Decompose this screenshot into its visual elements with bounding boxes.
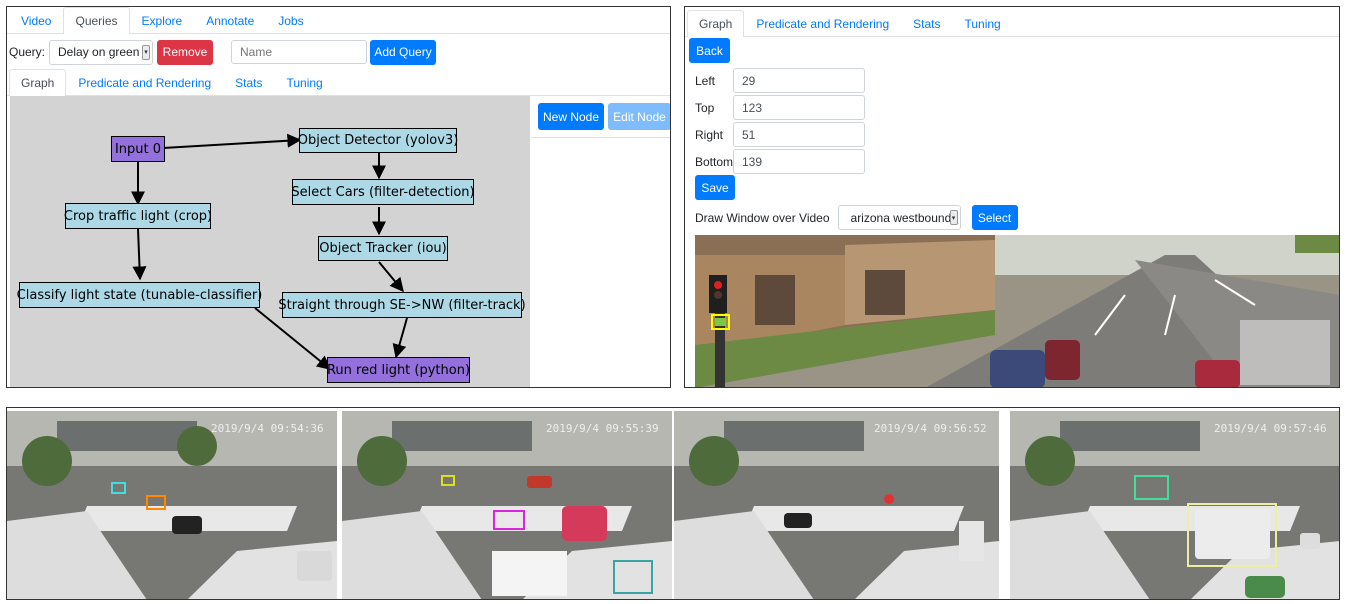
tab-stats[interactable]: Stats xyxy=(223,69,274,96)
chevron-down-icon: ▾ xyxy=(142,44,151,60)
select-button[interactable]: Select xyxy=(971,205,1018,230)
bottom-field-row: Bottom xyxy=(695,149,865,174)
node-editor-tabs: Graph Predicate and Rendering Stats Tuni… xyxy=(685,7,1339,37)
add-query-button[interactable]: Add Query xyxy=(370,39,437,65)
left-label: Left xyxy=(695,73,716,88)
node-editor-panel: Graph Predicate and Rendering Stats Tuni… xyxy=(684,6,1340,388)
top-label: Top xyxy=(695,100,715,115)
intersection-image xyxy=(342,411,672,599)
query-select[interactable]: Delay on green ▾ xyxy=(49,39,154,65)
top-field-row: Top xyxy=(695,95,865,120)
video-frame[interactable] xyxy=(695,235,1339,387)
tab-annotate[interactable]: Annotate xyxy=(194,7,266,34)
edge-input-to-detector xyxy=(162,133,302,149)
remove-button[interactable]: Remove xyxy=(157,39,214,65)
query-select-value: Delay on green xyxy=(58,45,140,59)
frame-4-timestamp: 2019/9/4 09:57:46 xyxy=(1214,422,1327,435)
chevron-down-icon: ▾ xyxy=(949,210,958,225)
edge-tracker-to-straight xyxy=(378,261,404,293)
detections-frames-panel: 2019/9/4 09:54:36 2019/9/4 09:55:39 2019… xyxy=(6,407,1340,600)
query-sub-tabs: Graph Predicate and Rendering Stats Tuni… xyxy=(7,68,670,96)
tab-tuning[interactable]: Tuning xyxy=(952,10,1012,37)
node-classify-light-state[interactable]: Classify light state (tunable-classifier… xyxy=(17,282,262,308)
frame-1[interactable]: 2019/9/4 09:54:36 xyxy=(7,411,337,599)
tab-stats[interactable]: Stats xyxy=(901,10,952,37)
frame-2[interactable]: 2019/9/4 09:55:39 xyxy=(342,411,672,599)
main-nav-tabs: Video Queries Explore Annotate Jobs xyxy=(7,7,670,34)
video-select[interactable]: arizona westbound ▾ xyxy=(837,205,961,230)
right-field-row: Right xyxy=(695,122,865,147)
bottom-input[interactable] xyxy=(733,149,865,174)
back-button[interactable]: Back xyxy=(689,38,730,63)
node-straight-through[interactable]: Straight through SE->NW (filter-track) xyxy=(278,292,526,318)
left-field-row: Left xyxy=(695,68,865,93)
query-toolbar: Query: Delay on green ▾ Remove Add Query xyxy=(9,39,437,65)
draw-window-label: Draw Window over Video xyxy=(695,210,830,225)
tab-explore[interactable]: Explore xyxy=(130,7,195,34)
edit-node-button[interactable]: Edit Node xyxy=(608,103,670,130)
frame-3-timestamp: 2019/9/4 09:56:52 xyxy=(874,422,987,435)
tab-predicate-rendering[interactable]: Predicate and Rendering xyxy=(66,69,223,96)
node-side-panel: New Node Edit Node xyxy=(531,96,670,387)
frame-3[interactable]: 2019/9/4 09:56:52 xyxy=(674,411,999,599)
query-name-input[interactable] xyxy=(231,40,368,64)
new-node-button[interactable]: New Node xyxy=(538,103,604,130)
tab-video[interactable]: Video xyxy=(9,7,63,34)
query-graph-canvas[interactable]: Input 0 Object Detector (yolov3) Select … xyxy=(10,96,530,387)
node-crop-traffic-light[interactable]: Crop traffic light (crop) xyxy=(64,203,212,229)
node-input-0[interactable]: Input 0 xyxy=(111,136,165,162)
node-run-red-light[interactable]: Run red light (python) xyxy=(327,357,470,383)
top-input[interactable] xyxy=(733,95,865,120)
edge-straight-to-run xyxy=(392,317,408,359)
intersection-image xyxy=(1010,411,1339,599)
node-object-detector[interactable]: Object Detector (yolov3) xyxy=(298,128,458,153)
save-button[interactable]: Save xyxy=(695,175,735,200)
node-object-tracker[interactable]: Object Tracker (iou) xyxy=(318,236,448,261)
tab-graph[interactable]: Graph xyxy=(687,10,745,37)
query-editor-panel: Video Queries Explore Annotate Jobs Quer… xyxy=(6,6,671,388)
edge-crop-to-classify xyxy=(132,228,147,281)
right-input[interactable] xyxy=(733,122,865,147)
tab-jobs[interactable]: Jobs xyxy=(266,7,315,34)
left-input[interactable] xyxy=(733,68,865,93)
street-scene-image xyxy=(695,235,1339,387)
tab-tuning[interactable]: Tuning xyxy=(274,69,334,96)
frame-1-timestamp: 2019/9/4 09:54:36 xyxy=(211,422,324,435)
video-select-value: arizona westbound xyxy=(850,210,952,225)
tab-graph[interactable]: Graph xyxy=(9,69,67,96)
node-actions: New Node Edit Node xyxy=(531,96,670,138)
intersection-image xyxy=(674,411,999,599)
intersection-image xyxy=(7,411,337,599)
node-select-cars[interactable]: Select Cars (filter-detection) xyxy=(291,179,475,205)
tab-queries[interactable]: Queries xyxy=(63,7,130,34)
frame-4[interactable]: 2019/9/4 09:57:46 xyxy=(1010,411,1339,599)
tab-predicate-rendering[interactable]: Predicate and Rendering xyxy=(744,10,901,37)
frame-2-timestamp: 2019/9/4 09:55:39 xyxy=(546,422,659,435)
query-label: Query: xyxy=(9,45,46,59)
bottom-label: Bottom xyxy=(695,154,734,169)
right-label: Right xyxy=(695,127,724,142)
draw-window-row: Draw Window over Video arizona westbound… xyxy=(695,204,1018,231)
